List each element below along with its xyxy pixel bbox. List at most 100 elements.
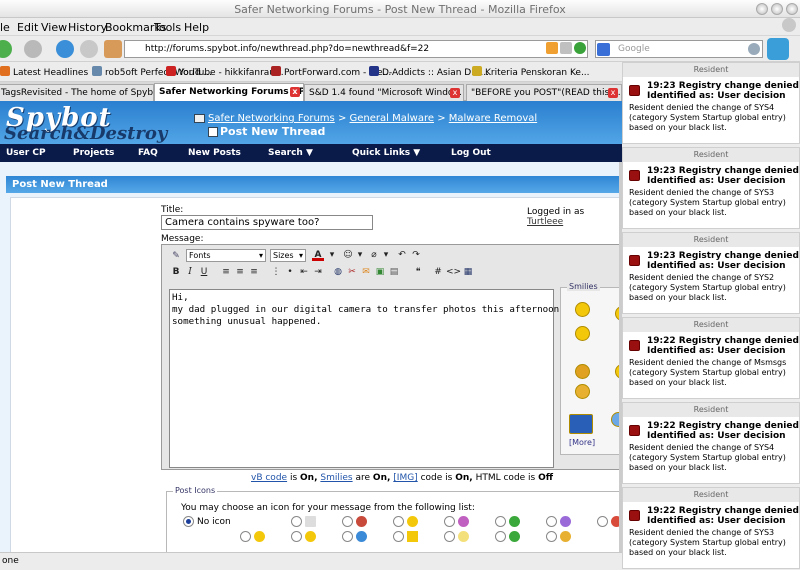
- post-icon-radio[interactable]: [393, 531, 404, 542]
- post-icon-radio[interactable]: [546, 516, 557, 527]
- cowboy-smiley-icon[interactable]: [575, 364, 590, 379]
- dropdown-arrow-icon[interactable]: ▾: [380, 249, 392, 261]
- post-icon-radio[interactable]: [291, 516, 302, 527]
- breadcrumb-malware-removal[interactable]: Malware Removal: [449, 113, 537, 124]
- html-code-icon[interactable]: <>: [446, 266, 461, 278]
- post-icon-radio[interactable]: [393, 516, 404, 527]
- text-color-icon[interactable]: A: [312, 249, 324, 261]
- post-icon-radio[interactable]: [597, 516, 608, 527]
- image-icon[interactable]: ▣: [374, 266, 386, 278]
- bookmark-item[interactable]: YouTube - hikkifanrau...: [166, 66, 284, 78]
- dropdown-icon[interactable]: [560, 42, 572, 54]
- no-icon-radio[interactable]: [183, 516, 194, 527]
- google-icon[interactable]: [597, 43, 610, 56]
- menu-help[interactable]: Help: [184, 21, 209, 34]
- redo-icon[interactable]: ↷: [410, 249, 422, 261]
- post-icon-radio[interactable]: [444, 531, 455, 542]
- nav-search[interactable]: Search ▼: [268, 148, 313, 158]
- go-icon[interactable]: [574, 42, 586, 54]
- forward-arrow-icon[interactable]: [24, 40, 42, 58]
- close-window-button[interactable]: [786, 3, 798, 15]
- nav-new-posts[interactable]: New Posts: [188, 148, 241, 158]
- resident-notification[interactable]: Resident 19:23 Registry change denied Ide…: [622, 62, 800, 144]
- font-select[interactable]: Fonts ▾: [186, 249, 266, 262]
- more-smilies-link[interactable]: [More]: [569, 438, 595, 447]
- search-icon[interactable]: [748, 43, 760, 55]
- message-textarea[interactable]: Hi, my dad plugged in our digital camera…: [169, 289, 581, 468]
- post-icon-radio[interactable]: [546, 531, 557, 542]
- img-code-link[interactable]: [IMG]: [393, 473, 417, 483]
- post-icon-radio[interactable]: [444, 516, 455, 527]
- post-icon-radio[interactable]: [240, 531, 251, 542]
- email-link-icon[interactable]: ✉: [360, 266, 372, 278]
- link-icon[interactable]: ◍: [332, 266, 344, 278]
- menu-history[interactable]: History: [68, 21, 107, 34]
- menu-view[interactable]: View: [41, 21, 67, 34]
- menu-file[interactable]: le: [0, 21, 10, 34]
- breadcrumb-general-malware[interactable]: General Malware: [350, 113, 434, 124]
- tab-sd-found[interactable]: S&D 1.4 found "Microsoft Windo... x: [304, 84, 464, 101]
- username-link[interactable]: Turtleee: [527, 217, 563, 227]
- back-arrow-icon[interactable]: [0, 40, 12, 58]
- align-left-icon[interactable]: ≡: [220, 266, 232, 278]
- italic-icon[interactable]: I: [184, 266, 196, 278]
- close-tab-icon[interactable]: x: [450, 88, 460, 98]
- bookmark-item[interactable]: Kriteria Penskoran Ke...: [472, 66, 590, 78]
- dropdown-arrow-icon[interactable]: ▾: [354, 249, 366, 261]
- undo-icon[interactable]: ↶: [396, 249, 408, 261]
- quote-icon[interactable]: ❝: [412, 266, 424, 278]
- gear-icon[interactable]: [782, 18, 796, 32]
- breadcrumb-forums[interactable]: Safer Networking Forums: [208, 113, 335, 124]
- post-icon-radio[interactable]: [495, 516, 506, 527]
- bookmark-item[interactable]: D-Addicts :: Asian Dra...: [369, 66, 489, 78]
- resident-notification[interactable]: Resident 19:23 Registry change denied Ide…: [622, 147, 800, 229]
- post-icon-radio[interactable]: [495, 531, 506, 542]
- grin-smiley-icon[interactable]: [575, 326, 590, 341]
- post-icon-radio[interactable]: [342, 516, 353, 527]
- tab-new-thread[interactable]: Safer Networking Forums - P... x: [154, 83, 304, 102]
- url-bar[interactable]: http://forums.spybot.info/newthread.php?…: [124, 40, 588, 58]
- reload-icon[interactable]: [56, 40, 74, 58]
- angry-smiley-icon[interactable]: [575, 384, 590, 399]
- ordered-list-icon[interactable]: ⋮: [270, 266, 282, 278]
- post-icon-radio[interactable]: [291, 531, 302, 542]
- rss-feed-icon[interactable]: [546, 42, 558, 54]
- home-icon[interactable]: [104, 40, 122, 58]
- vb-code-link[interactable]: vB code: [251, 473, 287, 483]
- tab-tagsrevisited[interactable]: TagsRevisited - The home of Spyb...: [0, 84, 154, 101]
- close-tab-icon[interactable]: x: [608, 88, 618, 98]
- attachment-icon[interactable]: ⌀: [368, 249, 380, 261]
- resident-notification[interactable]: Resident 19:22 Registry change denied Ide…: [622, 487, 800, 569]
- skype-icon[interactable]: [767, 38, 789, 60]
- size-select[interactable]: Sizes ▾: [270, 249, 306, 262]
- maximize-button[interactable]: [771, 3, 783, 15]
- gift-smiley-icon[interactable]: [569, 414, 593, 434]
- bookmark-item[interactable]: Latest Headlines: [0, 66, 88, 78]
- dropdown-arrow-icon[interactable]: ▾: [326, 249, 338, 261]
- nav-faq[interactable]: FAQ: [138, 148, 158, 158]
- nav-projects[interactable]: Projects: [73, 148, 114, 158]
- resident-notification[interactable]: Resident 19:22 Registry change denied Ide…: [622, 317, 800, 399]
- nav-quick-links[interactable]: Quick Links ▼: [352, 148, 420, 158]
- close-tab-icon[interactable]: x: [290, 87, 300, 97]
- post-icon-radio[interactable]: [342, 531, 353, 542]
- unordered-list-icon[interactable]: •: [284, 266, 296, 278]
- unlink-icon[interactable]: ✂: [346, 266, 358, 278]
- tophat-smiley-icon[interactable]: [575, 302, 590, 317]
- stop-icon[interactable]: [80, 40, 98, 58]
- php-code-icon[interactable]: ▦: [462, 266, 474, 278]
- smiley-icon[interactable]: ☺: [342, 249, 354, 261]
- minimize-button[interactable]: [756, 3, 768, 15]
- align-right-icon[interactable]: ≡: [248, 266, 260, 278]
- resident-notification[interactable]: Resident 19:22 Registry change denied Ide…: [622, 402, 800, 484]
- menu-edit[interactable]: Edit: [17, 21, 38, 34]
- nav-log-out[interactable]: Log Out: [451, 148, 491, 158]
- nav-user-cp[interactable]: User CP: [6, 148, 46, 158]
- menu-tools[interactable]: Tools: [154, 21, 181, 34]
- title-input[interactable]: Camera contains spyware too?: [161, 215, 373, 230]
- tab-before-you-post[interactable]: "BEFORE you POST"(READ this ... x: [466, 84, 622, 101]
- switch-mode-icon[interactable]: ✎: [170, 250, 182, 262]
- align-center-icon[interactable]: ≡: [234, 266, 246, 278]
- indent-icon[interactable]: ⇥: [312, 266, 324, 278]
- search-input[interactable]: Google: [595, 40, 763, 58]
